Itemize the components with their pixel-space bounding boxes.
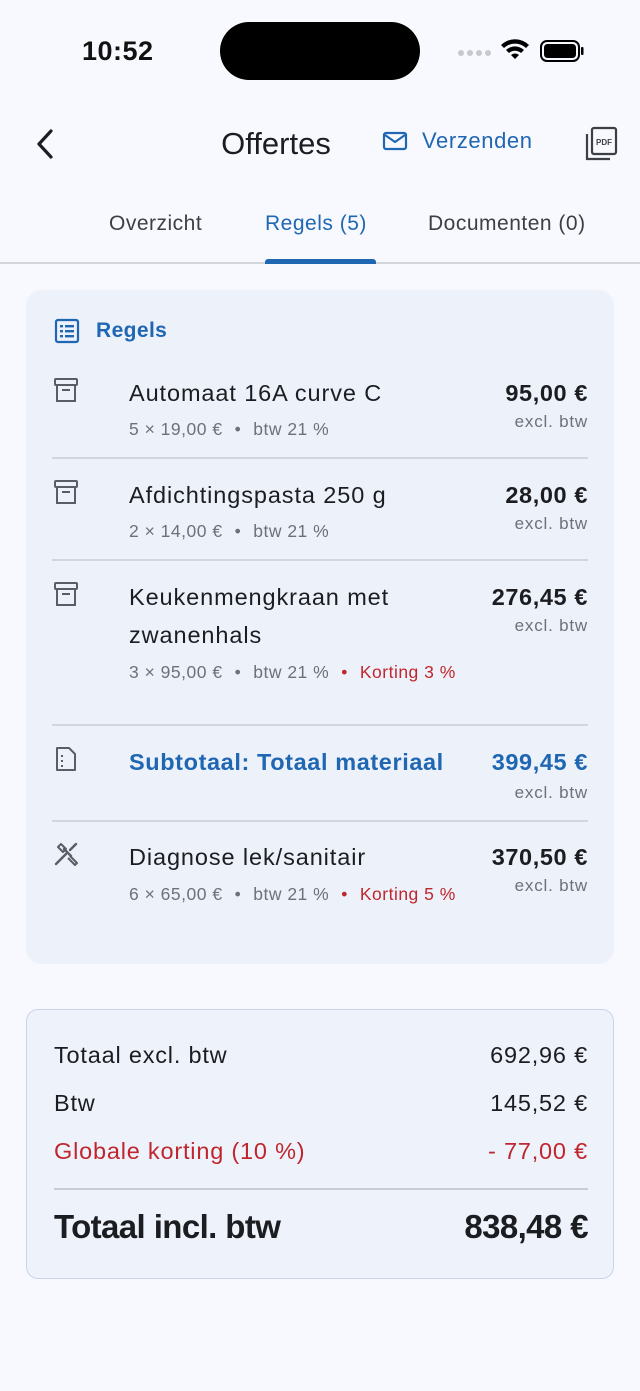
- box-icon: [54, 480, 78, 504]
- vat-value: 145,52 €: [490, 1090, 588, 1116]
- row-divider: [52, 820, 588, 822]
- line-item[interactable]: Automaat 16A curve C 5 × 19,00 € • btw 21 …: [52, 374, 588, 454]
- status-time: 10:52: [82, 36, 154, 66]
- global-discount-label: Globale korting (10 %): [54, 1138, 306, 1164]
- list-icon: [54, 318, 80, 344]
- subtotal-amount: 399,45 €: [491, 749, 588, 775]
- dynamic-island: [220, 22, 420, 80]
- active-tab-indicator: [265, 259, 376, 264]
- total-excl-value: 692,96 €: [490, 1042, 588, 1068]
- cellular-signal-icon: [458, 50, 491, 56]
- subtotal-row[interactable]: Subtotaal: Totaal materiaal 399,45 € exc…: [52, 743, 588, 815]
- line-item-discount: Korting 5 %: [359, 884, 456, 904]
- row-divider: [52, 457, 588, 459]
- line-item-amount: 370,50 €: [491, 844, 588, 870]
- totals-divider: [54, 1188, 588, 1190]
- totals-card: Totaal excl. btw 692,96 € Btw 145,52 € G…: [26, 1009, 614, 1279]
- total-excl-label: Totaal excl. btw: [54, 1042, 228, 1068]
- subtotal-tax-note: excl. btw: [514, 783, 588, 802]
- line-item-tax-note: excl. btw: [514, 514, 588, 533]
- line-item-tax-note: excl. btw: [514, 876, 588, 895]
- box-icon: [54, 582, 78, 606]
- line-item-amount: 28,00 €: [505, 482, 588, 508]
- row-divider: [52, 724, 588, 726]
- pdf-icon[interactable]: PDF: [584, 126, 618, 162]
- line-item-amount: 95,00 €: [505, 380, 588, 406]
- line-item-meta: 5 × 19,00 € • btw 21 %: [129, 419, 330, 439]
- status-bar: 10:52: [0, 0, 640, 100]
- global-discount-value: - 77,00 €: [488, 1138, 588, 1164]
- row-divider: [52, 559, 588, 561]
- lines-card-title: Regels: [96, 319, 168, 342]
- line-item-tax-note: excl. btw: [514, 412, 588, 431]
- line-item-name: Afdichtingspasta 250 g: [129, 482, 387, 508]
- receipt-icon: [56, 747, 76, 771]
- tab-regels[interactable]: Regels (5): [265, 212, 367, 236]
- send-button[interactable]: Verzenden: [382, 128, 533, 154]
- tab-documenten[interactable]: Documenten (0): [428, 212, 586, 236]
- line-item-meta: 3 × 95,00 € • btw 21 % • Korting 3 %: [129, 662, 456, 682]
- box-icon: [54, 378, 78, 402]
- tab-overzicht[interactable]: Overzicht: [109, 212, 202, 236]
- svg-text:PDF: PDF: [596, 138, 612, 147]
- battery-icon: [540, 40, 584, 62]
- line-item[interactable]: Diagnose lek/sanitair 6 × 65,00 € • btw 21…: [52, 838, 588, 938]
- wifi-icon: [501, 39, 529, 59]
- lines-card-header: Regels: [54, 318, 167, 344]
- grand-total-label: Totaal incl. btw: [54, 1208, 281, 1245]
- line-item[interactable]: Keukenmengkraan met zwanenhals 3 × 95,00…: [52, 578, 588, 718]
- tools-icon: [54, 842, 78, 866]
- line-item-name: Automaat 16A curve C: [129, 380, 383, 406]
- line-item-name: Keukenmengkraan met zwanenhals: [129, 584, 390, 648]
- line-item-meta: 6 × 65,00 € • btw 21 % • Korting 5 %: [129, 884, 456, 904]
- grand-total-value: 838,48 €: [464, 1208, 588, 1245]
- line-item-amount: 276,45 €: [491, 584, 588, 610]
- subtotal-label: Subtotaal: Totaal materiaal: [129, 749, 444, 775]
- line-item-tax-note: excl. btw: [514, 616, 588, 635]
- mail-icon: [382, 131, 408, 151]
- app-bar: Offertes Verzenden PDF: [0, 100, 640, 190]
- line-item-discount: Korting 3 %: [359, 662, 456, 682]
- send-button-label: Verzenden: [422, 128, 533, 153]
- lines-card: Regels Automaat 16A curve C 5 × 19,00 € •…: [26, 290, 614, 964]
- line-item-name: Diagnose lek/sanitair: [129, 844, 367, 870]
- line-item[interactable]: Afdichtingspasta 250 g 2 × 14,00 € • btw 2…: [52, 476, 588, 556]
- vat-label: Btw: [54, 1090, 96, 1116]
- tab-bar: Overzicht Regels (5) Documenten (0): [0, 198, 640, 264]
- line-item-meta: 2 × 14,00 € • btw 21 %: [129, 521, 330, 541]
